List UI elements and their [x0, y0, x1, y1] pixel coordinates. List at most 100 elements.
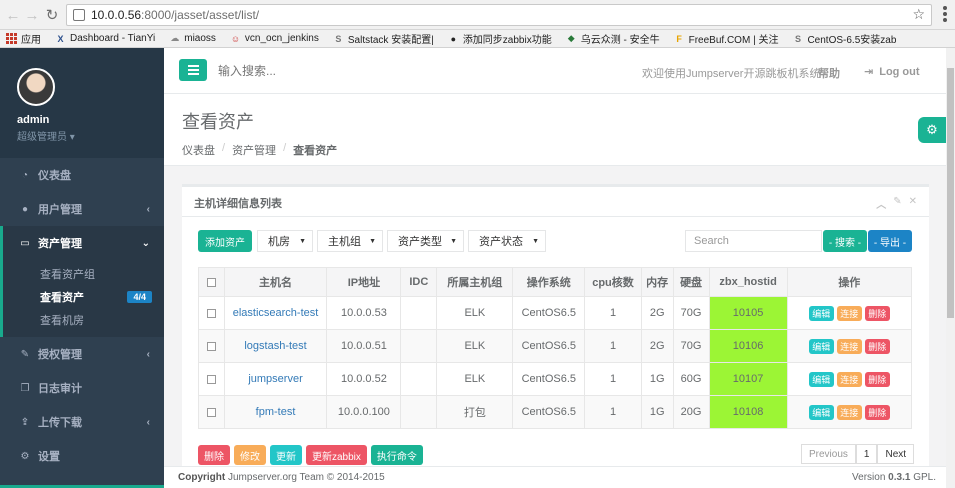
bookmark-item[interactable]: S Saltstack 安装配置| [333, 31, 433, 47]
select-all-cell[interactable] [198, 267, 225, 297]
cell-zbx-hostid: 10106 [708, 329, 788, 363]
row-checkbox[interactable] [206, 341, 216, 351]
bookmark-item[interactable]: S CentOS-6.5安装zab [792, 31, 896, 47]
edit-row-button[interactable]: 编辑 [808, 338, 834, 354]
cell-mem: 1G [640, 395, 674, 429]
shield-icon: ◆ [567, 33, 575, 43]
top-search-input[interactable] [218, 61, 468, 81]
bookmark-item[interactable]: ☺ vcn_ocn_jenkins [230, 33, 319, 44]
row-select-cell[interactable] [198, 329, 225, 363]
connect-row-button[interactable]: 连接 [836, 338, 862, 354]
col-hostname[interactable]: 主机名 [223, 267, 328, 297]
export-button[interactable]: - 导出 - [868, 230, 912, 252]
edit-row-button[interactable]: 编辑 [808, 305, 834, 321]
col-group[interactable]: 所属主机组 [436, 267, 514, 297]
address-bar[interactable]: 10.0.0.56:8000/jasset/asset/list/ ☆ [66, 4, 932, 26]
group-select[interactable]: 主机组 ▼ [317, 230, 383, 252]
bookmark-item[interactable]: ◆ 乌云众测 - 安全牛 [566, 31, 660, 46]
bookmark-item[interactable]: X Dashboard - TianYi [55, 33, 155, 44]
sidebar-item-permissions[interactable]: ✎ 授权管理 ‹ [0, 337, 164, 371]
bookmark-item[interactable]: ☁ miaoss [169, 33, 216, 44]
bulk-delete-button[interactable]: 删除 [198, 445, 230, 465]
wrench-icon[interactable]: ✎ [893, 196, 901, 211]
col-cpu[interactable]: cpu核数 [584, 267, 642, 297]
cell-hostname[interactable]: elasticsearch-test [223, 296, 328, 330]
sidebar-item-users[interactable]: ● 用户管理 ‹ [0, 192, 164, 226]
upload-icon: ⇪ [20, 416, 30, 428]
exec-command-button[interactable]: 执行命令 [370, 445, 423, 465]
sidebar-toggle-button[interactable] [179, 59, 207, 81]
add-asset-button[interactable]: 添加资产 [198, 230, 252, 252]
bookmark-item[interactable]: 应用 [6, 31, 41, 46]
hostname-link[interactable]: jumpserver [248, 373, 302, 385]
assets-submenu: 查看资产组 查看资产 4/4 查看机房 [0, 260, 164, 337]
delete-row-button[interactable]: 删除 [864, 338, 890, 354]
sidebar-subitem-assets[interactable]: 查看资产 4/4 [3, 285, 164, 308]
sidebar-item-upload-download[interactable]: ⇪ 上传下载 ‹ [0, 405, 164, 439]
browser-menu-icon[interactable] [943, 6, 947, 22]
col-ip[interactable]: IP地址 [326, 267, 402, 297]
delete-row-button[interactable]: 删除 [864, 371, 890, 387]
profile-role-dropdown[interactable]: 超级管理员 ▾ [17, 128, 164, 143]
sidebar-subitem-asset-groups[interactable]: 查看资产组 [3, 262, 164, 285]
asset-status-select[interactable]: 资产状态 ▼ [468, 230, 546, 252]
bookmark-star-icon[interactable]: ☆ [912, 6, 925, 23]
logout-link[interactable]: ⇥ Log out [864, 65, 920, 79]
row-checkbox[interactable] [206, 308, 216, 318]
row-checkbox[interactable] [206, 374, 216, 384]
sidebar-item-audit[interactable]: ❐ 日志审计 [0, 371, 164, 405]
cell-hostname[interactable]: logstash-test [223, 329, 328, 363]
delete-row-button[interactable]: 删除 [864, 404, 890, 420]
forward-arrow-icon[interactable]: → [21, 4, 43, 26]
asset-search-input[interactable]: Search [685, 230, 822, 252]
col-disk[interactable]: 硬盘 [672, 267, 710, 297]
update-zabbix-button[interactable]: 更新zabbix [306, 445, 367, 465]
close-icon[interactable]: ✕ [909, 196, 917, 211]
sidebar-item-dashboard[interactable]: ◔ 仪表盘 [0, 158, 164, 192]
sidebar-item-settings[interactable]: ⚙ 设置 [0, 439, 164, 473]
bulk-update-button[interactable]: 更新 [270, 445, 302, 465]
bookmarks-bar: 应用 X Dashboard - TianYi ☁ miaoss ☺ vcn_ocn_jen… [0, 30, 955, 48]
breadcrumb-assets[interactable]: 资产管理 [232, 142, 276, 158]
connect-row-button[interactable]: 连接 [836, 305, 862, 321]
row-select-cell[interactable] [198, 296, 225, 330]
settings-gear-icon[interactable]: ⚙ [918, 117, 946, 143]
search-button[interactable]: - 搜索 - [823, 230, 867, 252]
sidebar-item-assets[interactable]: ▭ 资产管理 ⌄ [0, 226, 164, 260]
edit-row-button[interactable]: 编辑 [808, 404, 834, 420]
pagination-page-1[interactable]: 1 [855, 444, 878, 464]
connect-row-button[interactable]: 连接 [836, 371, 862, 387]
bulk-actions: 删除 修改 更新 更新zabbix 执行命令 [198, 445, 423, 465]
row-checkbox[interactable] [206, 407, 216, 417]
bookmark-item[interactable]: ● 添加同步zabbix功能 [448, 31, 552, 47]
connect-row-button[interactable]: 连接 [836, 404, 862, 420]
select-all-checkbox[interactable] [206, 277, 216, 287]
reload-icon[interactable]: ↻ [41, 4, 63, 26]
col-mem[interactable]: 内存 [640, 267, 674, 297]
help-link[interactable]: 帮助 [818, 65, 840, 81]
pagination-previous[interactable]: Previous [801, 444, 856, 464]
bookmark-item[interactable]: F FreeBuf.COM | 关注 [674, 31, 778, 47]
row-select-cell[interactable] [198, 395, 225, 429]
hostname-link[interactable]: logstash-test [244, 340, 306, 352]
page-scrollbar[interactable] [946, 48, 955, 488]
edit-row-button[interactable]: 编辑 [808, 371, 834, 387]
sidebar-subitem-idc[interactable]: 查看机房 [3, 308, 164, 331]
bulk-edit-button[interactable]: 修改 [234, 445, 266, 465]
cell-idc [400, 329, 438, 363]
col-os[interactable]: 操作系统 [512, 267, 586, 297]
col-zbx-hostid[interactable]: zbx_hostid [708, 267, 788, 297]
cell-hostname[interactable]: jumpserver [223, 362, 328, 396]
hostname-link[interactable]: fpm-test [256, 406, 296, 418]
hostname-link[interactable]: elasticsearch-test [233, 307, 319, 319]
delete-row-button[interactable]: 删除 [864, 305, 890, 321]
row-select-cell[interactable] [198, 362, 225, 396]
cell-hostname[interactable]: fpm-test [223, 395, 328, 429]
asset-type-select[interactable]: 资产类型 ▼ [387, 230, 464, 252]
asset-count-badge: 4/4 [127, 290, 152, 303]
idc-select[interactable]: 机房 ▼ [257, 230, 313, 252]
col-idc[interactable]: IDC [400, 267, 438, 297]
collapse-icon[interactable]: ︿ [876, 196, 886, 211]
pagination-next[interactable]: Next [877, 444, 915, 464]
breadcrumb-dashboard[interactable]: 仪表盘 [182, 142, 215, 158]
